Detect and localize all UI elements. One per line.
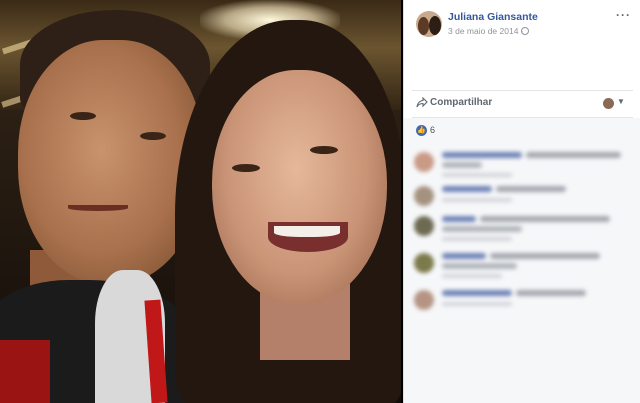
comment-meta	[442, 198, 512, 202]
more-options-icon[interactable]: ···	[616, 8, 631, 22]
comment-author	[442, 152, 522, 158]
share-label: Compartilhar	[430, 97, 493, 108]
photo-man-mouth	[68, 205, 128, 211]
comment-text	[516, 290, 586, 296]
comment-text	[526, 152, 621, 158]
comment-text	[442, 263, 517, 269]
post-photo[interactable]	[0, 0, 401, 403]
comment-text	[442, 162, 482, 168]
comment-item	[414, 212, 634, 246]
comment-text	[442, 226, 522, 232]
comment-avatar	[414, 152, 434, 172]
author-name-link[interactable]: Juliana Giansante	[448, 11, 538, 23]
thumbs-up-icon[interactable]: 👍	[416, 125, 427, 136]
comment-text	[490, 253, 600, 259]
comment-author	[442, 290, 512, 296]
comment-meta	[442, 302, 512, 306]
photo-man-eye	[140, 132, 166, 140]
comment-item	[414, 148, 634, 182]
photo-woman-face	[212, 70, 387, 305]
comment-avatar	[414, 290, 434, 310]
comment-text	[496, 186, 566, 192]
share-arrow-icon	[416, 96, 428, 111]
post-header: Juliana Giansante 3 de maio de 2014 · ··…	[404, 0, 640, 50]
globe-icon[interactable]	[521, 27, 529, 35]
comment-text	[480, 216, 610, 222]
photo-woman-teeth	[274, 226, 340, 237]
comment-meta	[442, 173, 512, 177]
post-side-panel: Juliana Giansante 3 de maio de 2014 · ··…	[403, 0, 640, 403]
comment-avatar	[414, 216, 434, 236]
comment-author	[442, 253, 486, 259]
author-avatar[interactable]	[416, 11, 442, 37]
caret-down-icon[interactable]: ▼	[617, 97, 625, 106]
like-count[interactable]: 6	[430, 125, 435, 135]
comment-avatar	[414, 253, 434, 273]
share-button[interactable]: Compartilhar ▼	[404, 92, 640, 116]
reactions-and-comments: 👍 6	[404, 118, 640, 403]
photo-woman-eye	[232, 164, 260, 172]
viewer-avatar[interactable]	[603, 98, 614, 109]
comment-avatar	[414, 186, 434, 206]
comment-meta	[442, 237, 512, 241]
comment-author	[442, 216, 476, 222]
comment-item	[414, 182, 634, 216]
divider	[412, 90, 633, 91]
comment-item	[414, 249, 634, 283]
photo-man-shirt-stripe	[0, 340, 50, 403]
photo-woman-eye	[310, 146, 338, 154]
post-date[interactable]: 3 de maio de 2014 ·	[448, 26, 524, 36]
photo-man-eye	[70, 112, 96, 120]
comment-author	[442, 186, 492, 192]
comment-meta	[442, 274, 502, 278]
comment-item	[414, 286, 634, 320]
